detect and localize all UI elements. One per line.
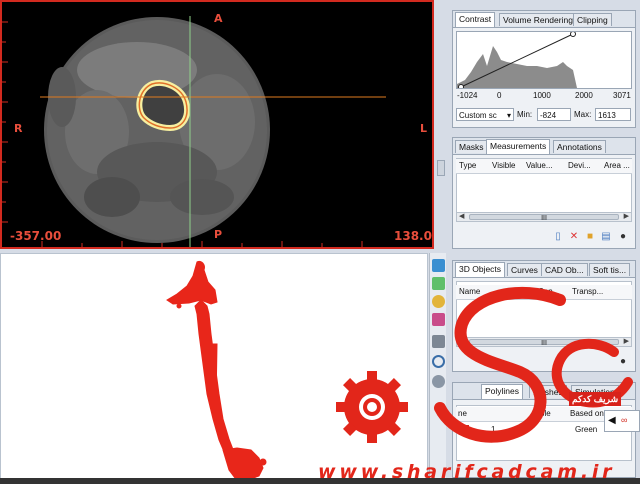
delete-icon[interactable]: ✕ <box>569 232 579 242</box>
histogram-tick-3: 1000 <box>533 91 551 100</box>
view-toolstrip <box>429 253 446 484</box>
export-icon[interactable]: ▤ <box>601 232 611 242</box>
paint-icon[interactable] <box>432 313 445 326</box>
polyline-name: 1 <box>491 425 496 434</box>
scroll-right-icon[interactable]: ▶ <box>624 213 629 221</box>
scroll-thumb[interactable]: III <box>469 339 619 347</box>
tab-cad-objects[interactable]: CAD Ob... <box>541 263 588 276</box>
scroll-thumb[interactable]: III <box>469 214 619 222</box>
histogram[interactable] <box>456 31 632 90</box>
measurements-header: Type Visible Value... Devi... Area ... <box>456 159 632 174</box>
col-name[interactable]: Name <box>459 287 480 296</box>
bottom-bar <box>0 478 640 484</box>
tab-annotations[interactable]: Annotations <box>553 140 606 153</box>
tab-volume-rendering[interactable]: Volume Rendering <box>499 13 577 26</box>
max-label: Max: <box>574 110 592 119</box>
histogram-tick-5: 3071 <box>613 91 631 100</box>
tab-polylines[interactable]: Polylines <box>481 384 524 399</box>
window-min-label: -357.00 <box>10 229 62 243</box>
cube-icon[interactable] <box>432 259 445 272</box>
polyline-color-swatch <box>459 425 469 435</box>
col-area[interactable]: Area ... <box>604 161 630 170</box>
objects-tabs: 3D Objects Curves CAD Ob... Soft tis... <box>453 261 635 278</box>
orientation-label-left: L <box>420 122 428 135</box>
window-max-label: 138.0 <box>394 229 432 243</box>
measurements-panel: Masks Measurements Annotations Type Visi… <box>452 137 636 249</box>
histogram-tick-1: -1024 <box>457 91 478 100</box>
ct-image <box>2 16 386 247</box>
menu-icon[interactable]: ● <box>618 357 628 367</box>
preset-select[interactable]: Custom sc ▾ <box>456 108 514 121</box>
tab-meshes[interactable]: Meshes <box>529 385 567 398</box>
contrast-panel: Contrast Volume Rendering Clipping -1024… <box>452 10 636 128</box>
scroll-right-icon[interactable]: ▶ <box>624 338 629 346</box>
measurements-scrollbar[interactable]: ◀ III ▶ <box>456 212 632 222</box>
tab-contrast[interactable]: Contrast <box>455 12 496 27</box>
3d-view[interactable] <box>0 253 428 484</box>
polyline-based-on: Green <box>575 425 598 434</box>
chevron-left-icon: ◀ <box>608 415 616 426</box>
logo-icon: ∞ <box>621 415 628 425</box>
panel-splitter-handle[interactable] <box>437 160 445 176</box>
bone-model <box>166 261 267 481</box>
orientation-label-posterior: P <box>214 228 223 241</box>
tab-measurements[interactable]: Measurements <box>486 139 551 154</box>
folder-icon[interactable]: ■ <box>585 232 595 242</box>
col-type[interactable]: Type <box>459 161 476 170</box>
tab-clipping[interactable]: Clipping <box>573 13 612 26</box>
collapse-tab[interactable]: ◀ ∞ <box>604 410 640 432</box>
menu-icon[interactable]: ● <box>618 232 628 242</box>
objects-header: Name Vi... Con... Transp... <box>456 285 632 300</box>
col-name[interactable]: ne <box>458 409 467 418</box>
min-label: Min: <box>517 110 533 119</box>
print-icon[interactable] <box>432 335 445 348</box>
tab-curves[interactable]: Curves <box>507 263 542 276</box>
measurements-tabs: Masks Measurements Annotations <box>453 138 635 155</box>
col-visible[interactable]: Visible <box>492 161 515 170</box>
sphere-icon[interactable] <box>432 295 445 308</box>
box-icon[interactable] <box>432 277 445 290</box>
col-value[interactable]: Value... <box>526 161 553 170</box>
objects-panel: 3D Objects Curves CAD Ob... Soft tis... … <box>452 260 636 372</box>
ct-slice-view[interactable]: A P R L -357.00 138.0 <box>0 0 434 249</box>
col-deviation[interactable]: Devi... <box>568 161 591 170</box>
histogram-tick-2: 0 <box>497 91 502 100</box>
contrast-tabs: Contrast Volume Rendering Clipping <box>453 11 635 28</box>
col-contour[interactable]: Con... <box>538 287 559 296</box>
tab-3d-objects[interactable]: 3D Objects <box>455 262 506 277</box>
rotate-icon[interactable] <box>432 355 445 368</box>
col-visible[interactable]: ble <box>540 409 551 418</box>
tab-soft-tissue[interactable]: Soft tis... <box>589 263 631 276</box>
col-visibility[interactable]: Vi... <box>510 287 524 296</box>
scroll-left-icon[interactable]: ◀ <box>459 338 464 346</box>
scroll-left-icon[interactable]: ◀ <box>459 213 464 221</box>
histogram-tick-4: 2000 <box>575 91 593 100</box>
gear-icon[interactable] <box>432 375 445 388</box>
tab-masks[interactable]: Masks <box>455 140 488 153</box>
col-transparency[interactable]: Transp... <box>572 287 603 296</box>
orientation-label-anterior: A <box>214 12 223 25</box>
objects-scrollbar[interactable]: ◀ III ▶ <box>456 337 632 347</box>
new-measurement-icon[interactable]: ▯ <box>553 232 563 242</box>
watermark-persian: شریف کدکم <box>569 392 622 406</box>
chevron-down-icon: ▾ <box>506 111 511 120</box>
preset-select-value: Custom sc <box>459 111 497 120</box>
orientation-label-right: R <box>14 122 23 135</box>
col-based-on[interactable]: Based on <box>570 409 604 418</box>
max-field[interactable]: 1613 <box>595 108 631 121</box>
min-field[interactable]: -824 <box>537 108 571 121</box>
